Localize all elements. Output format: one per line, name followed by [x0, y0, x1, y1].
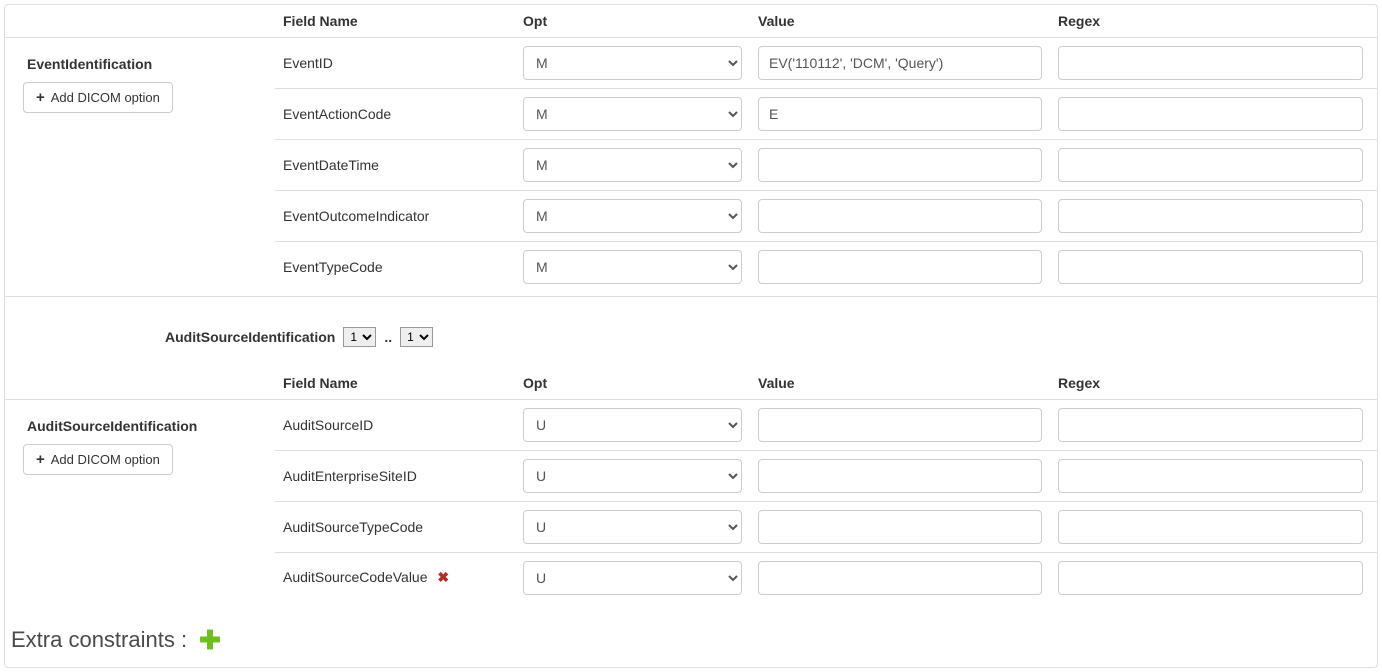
extra-constraints-row: Extra constraints : ✚: [5, 603, 1377, 657]
regex-input[interactable]: [1058, 408, 1363, 442]
add-extra-constraint-icon[interactable]: ✚: [199, 627, 221, 653]
value-input[interactable]: [758, 250, 1042, 284]
col-header-field: Field Name: [275, 5, 515, 38]
opt-select[interactable]: MUC: [523, 199, 742, 233]
regex-input[interactable]: [1058, 199, 1363, 233]
config-panel: Field Name Opt Value Regex EventIdentifi…: [4, 4, 1378, 668]
cardinality-min-select[interactable]: 123*: [343, 327, 376, 347]
field-name-label: AuditSourceTypeCode: [283, 519, 423, 535]
value-input[interactable]: [758, 46, 1042, 80]
cardinality-separator: ..: [384, 329, 392, 345]
col-header-regex: Regex: [1050, 367, 1377, 400]
table-row: EventIdentification + Add DICOM option E…: [5, 38, 1377, 89]
cardinality-row: AuditSourceIdentification 123* .. 123*: [5, 297, 1377, 367]
col-header-value: Value: [750, 5, 1050, 38]
regex-input[interactable]: [1058, 561, 1363, 595]
section-title: AuditSourceIdentification: [13, 408, 267, 440]
field-name-label: AuditSourceCodeValue: [283, 569, 428, 585]
col-header-opt: Opt: [515, 5, 750, 38]
opt-select[interactable]: MUC: [523, 250, 742, 284]
column-header-row: Field Name Opt Value Regex: [5, 367, 1377, 400]
regex-input[interactable]: [1058, 97, 1363, 131]
field-name-label: EventActionCode: [283, 106, 391, 122]
col-header-regex: Regex: [1050, 5, 1377, 38]
value-input[interactable]: [758, 459, 1042, 493]
opt-select[interactable]: MUC: [523, 510, 742, 544]
section-table-auditsourceidentification: Field Name Opt Value Regex AuditSourceId…: [5, 367, 1377, 603]
field-name-label: EventTypeCode: [283, 259, 383, 275]
opt-select[interactable]: MUC: [523, 561, 742, 595]
regex-input[interactable]: [1058, 148, 1363, 182]
regex-input[interactable]: [1058, 510, 1363, 544]
section-title: EventIdentification: [13, 46, 267, 78]
regex-input[interactable]: [1058, 459, 1363, 493]
field-name-label: AuditEnterpriseSiteID: [283, 468, 417, 484]
table-row: AuditSourceIdentification + Add DICOM op…: [5, 399, 1377, 450]
value-input[interactable]: [758, 408, 1042, 442]
col-header-opt: Opt: [515, 367, 750, 400]
add-dicom-option-button[interactable]: + Add DICOM option: [23, 82, 173, 113]
regex-input[interactable]: [1058, 250, 1363, 284]
cardinality-max-select[interactable]: 123*: [400, 327, 433, 347]
opt-select[interactable]: MUC: [523, 46, 742, 80]
value-input[interactable]: [758, 561, 1042, 595]
remove-row-icon[interactable]: ✖: [437, 569, 449, 585]
plus-icon: +: [36, 89, 45, 106]
field-name-label: EventOutcomeIndicator: [283, 208, 429, 224]
field-name-label: EventID: [283, 55, 333, 71]
field-name-label: EventDateTime: [283, 157, 379, 173]
add-button-label: Add DICOM option: [51, 90, 160, 105]
opt-select[interactable]: MUC: [523, 97, 742, 131]
value-input[interactable]: [758, 199, 1042, 233]
opt-select[interactable]: MUC: [523, 408, 742, 442]
section-table-eventidentification: Field Name Opt Value Regex EventIdentifi…: [5, 5, 1377, 297]
regex-input[interactable]: [1058, 46, 1363, 80]
add-dicom-option-button[interactable]: + Add DICOM option: [23, 444, 173, 475]
field-name-label: AuditSourceID: [283, 417, 373, 433]
add-button-label: Add DICOM option: [51, 452, 160, 467]
opt-select[interactable]: MUC: [523, 148, 742, 182]
value-input[interactable]: [758, 148, 1042, 182]
col-header-field: Field Name: [275, 367, 515, 400]
column-header-row: Field Name Opt Value Regex: [5, 5, 1377, 38]
extra-constraints-label: Extra constraints :: [11, 627, 187, 653]
value-input[interactable]: [758, 97, 1042, 131]
plus-icon: +: [36, 451, 45, 468]
cardinality-label: AuditSourceIdentification: [165, 329, 335, 345]
opt-select[interactable]: MUC: [523, 459, 742, 493]
col-header-value: Value: [750, 367, 1050, 400]
value-input[interactable]: [758, 510, 1042, 544]
